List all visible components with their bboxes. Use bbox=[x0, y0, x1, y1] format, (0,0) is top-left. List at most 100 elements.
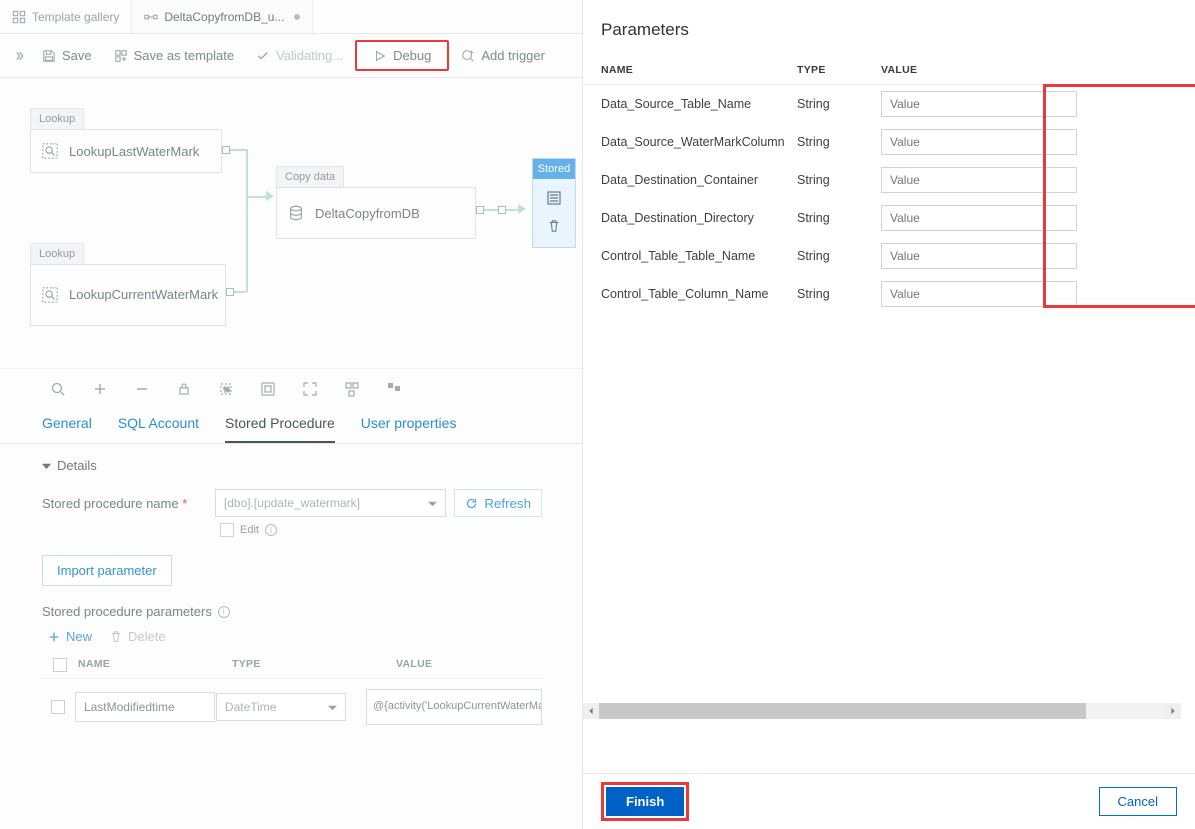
details-section: Details Stored procedure name * [dbo].[u… bbox=[0, 444, 582, 735]
activity-stored-procedure[interactable]: Stored bbox=[532, 158, 576, 248]
scroll-thumb[interactable] bbox=[599, 703, 1086, 719]
select-all-checkbox[interactable] bbox=[53, 658, 67, 672]
tab-pipeline[interactable]: DeltaCopyfromDB_u... bbox=[132, 0, 313, 33]
param-name: Control_Table_Table_Name bbox=[601, 249, 797, 263]
delete-icon[interactable] bbox=[547, 219, 561, 236]
lock-icon[interactable] bbox=[176, 381, 192, 397]
details-collapse[interactable]: Details bbox=[42, 458, 542, 473]
param-value-input[interactable] bbox=[881, 243, 1077, 269]
validate-button[interactable]: Validating... bbox=[246, 42, 353, 69]
activity-type-label: Lookup bbox=[30, 243, 84, 264]
param-value-input[interactable] bbox=[881, 167, 1077, 193]
pipeline-icon bbox=[144, 10, 158, 24]
svg-text:%: % bbox=[224, 387, 230, 394]
scroll-left-button[interactable] bbox=[583, 703, 599, 719]
param-row: Control_Table_Table_Name String bbox=[583, 237, 1195, 275]
edge bbox=[246, 197, 248, 292]
auto-align-icon[interactable] bbox=[344, 381, 360, 397]
param-name: Data_Source_Table_Name bbox=[601, 97, 797, 111]
param-name: Data_Destination_Container bbox=[601, 173, 797, 187]
param-value-input[interactable] bbox=[881, 129, 1077, 155]
param-row: Data_Destination_Container String bbox=[583, 161, 1195, 199]
save-button[interactable]: Save bbox=[32, 42, 102, 69]
tab-template-gallery[interactable]: Template gallery bbox=[0, 0, 132, 33]
param-name-input[interactable] bbox=[75, 692, 215, 722]
sp-name-label: Stored procedure name * bbox=[42, 496, 207, 511]
param-name: Control_Table_Column_Name bbox=[601, 287, 797, 301]
sp-name-select[interactable]: [dbo].[update_watermark] bbox=[215, 489, 446, 517]
database-icon bbox=[287, 204, 305, 222]
param-type: String bbox=[797, 211, 881, 225]
param-value-input[interactable] bbox=[881, 91, 1077, 117]
param-value-input[interactable]: @{activity('LookupCurrentWaterMark').out… bbox=[366, 689, 542, 725]
check-icon bbox=[256, 49, 270, 63]
param-row: Data_Source_Table_Name String bbox=[583, 85, 1195, 123]
param-name: Data_Source_WaterMarkColumn bbox=[601, 135, 797, 149]
tab-sql-account[interactable]: SQL Account bbox=[118, 415, 199, 443]
expand-sidebar-button[interactable] bbox=[8, 50, 30, 62]
param-type: String bbox=[797, 135, 881, 149]
scroll-track[interactable] bbox=[599, 703, 1165, 719]
finish-button[interactable]: Finish bbox=[606, 787, 684, 816]
edge bbox=[246, 196, 268, 198]
edit-link[interactable]: Edit i bbox=[220, 523, 542, 537]
param-type-select[interactable]: DateTime bbox=[216, 693, 346, 721]
edge bbox=[234, 291, 246, 293]
param-type: String bbox=[797, 97, 881, 111]
save-as-template-button[interactable]: Save as template bbox=[104, 42, 244, 69]
sp-name-value: [dbo].[update_watermark] bbox=[224, 496, 360, 510]
panel-footer: Finish Cancel bbox=[583, 773, 1195, 829]
param-actions: New Delete bbox=[48, 629, 542, 644]
edge bbox=[230, 149, 246, 151]
connector-port[interactable] bbox=[226, 288, 234, 296]
details-label: Details bbox=[57, 458, 97, 473]
save-label: Save bbox=[62, 48, 92, 63]
param-row: Data_Source_WaterMarkColumn String bbox=[583, 123, 1195, 161]
param-value-input[interactable] bbox=[881, 281, 1077, 307]
highlight-box: Finish bbox=[601, 782, 689, 821]
zoom-in-icon[interactable] bbox=[92, 381, 108, 397]
activity-lookup-current[interactable]: Lookup LookupCurrentWaterMark bbox=[30, 243, 226, 326]
layout-icon[interactable] bbox=[386, 381, 402, 397]
activity-name: LookupCurrentWaterMark bbox=[69, 287, 218, 303]
fit-zoom-icon[interactable]: % bbox=[218, 381, 234, 397]
activity-lookup-last[interactable]: Lookup LookupLastWaterMark bbox=[30, 108, 222, 173]
refresh-button[interactable]: Refresh bbox=[454, 489, 542, 517]
gallery-icon bbox=[12, 10, 26, 24]
fit-screen-icon[interactable] bbox=[260, 381, 276, 397]
tab-general[interactable]: General bbox=[42, 415, 92, 443]
import-parameter-button[interactable]: Import parameter bbox=[42, 555, 172, 586]
connector-port[interactable] bbox=[498, 206, 506, 214]
refresh-label: Refresh bbox=[484, 496, 531, 511]
save-icon bbox=[42, 49, 56, 63]
activity-copy-data[interactable]: Copy data DeltaCopyfromDB bbox=[276, 166, 476, 239]
connector-port[interactable] bbox=[222, 146, 230, 154]
connector-port[interactable] bbox=[476, 206, 484, 214]
new-param-button[interactable]: New bbox=[48, 629, 92, 644]
param-table-header: NAME TYPE VALUE bbox=[42, 652, 542, 679]
debug-button[interactable]: Debug bbox=[355, 40, 449, 71]
param-value-input[interactable] bbox=[881, 205, 1077, 231]
tab-stored-procedure[interactable]: Stored Procedure bbox=[225, 415, 335, 443]
panel-table-header: NAME TYPE VALUE bbox=[583, 54, 1195, 85]
col-name: NAME bbox=[601, 64, 797, 76]
trigger-icon bbox=[461, 49, 475, 63]
search-icon[interactable] bbox=[50, 381, 66, 397]
zoom-out-icon[interactable] bbox=[134, 381, 150, 397]
col-value: VALUE bbox=[881, 64, 1091, 76]
add-trigger-button[interactable]: Add trigger bbox=[451, 42, 555, 69]
sproc-icon bbox=[546, 190, 562, 209]
unsaved-dot-icon bbox=[294, 14, 300, 20]
pipeline-canvas[interactable]: Lookup LookupLastWaterMark Lookup Lookup… bbox=[0, 78, 582, 368]
panel-title: Parameters bbox=[583, 0, 1195, 54]
horizontal-scrollbar[interactable] bbox=[583, 703, 1181, 719]
delete-param-button[interactable]: Delete bbox=[110, 629, 166, 644]
template-icon bbox=[114, 49, 128, 63]
fullscreen-icon[interactable] bbox=[302, 381, 318, 397]
save-template-label: Save as template bbox=[134, 48, 234, 63]
tab-user-properties[interactable]: User properties bbox=[361, 415, 457, 443]
tab-label: Template gallery bbox=[32, 10, 119, 24]
row-checkbox[interactable] bbox=[51, 700, 65, 714]
scroll-right-button[interactable] bbox=[1165, 703, 1181, 719]
cancel-button[interactable]: Cancel bbox=[1099, 787, 1177, 816]
